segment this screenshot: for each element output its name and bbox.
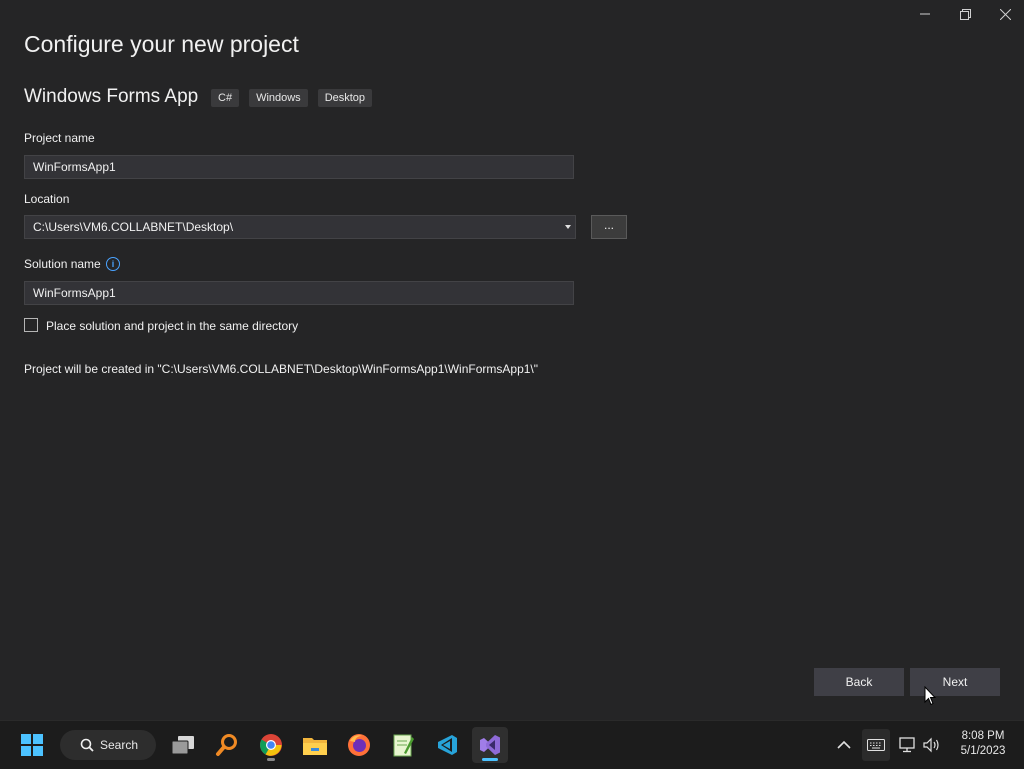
tag-platform: Windows [249,89,308,107]
page-title: Configure your new project [24,31,299,57]
volume-icon [923,737,939,753]
show-hidden-icons-button[interactable] [832,733,856,757]
template-name: Windows Forms App [24,86,199,107]
keyboard-icon [867,739,885,751]
tag-language: C# [211,89,240,107]
back-button[interactable]: Back [814,668,904,696]
touch-keyboard-button[interactable] [862,729,890,761]
visual-studio-icon [480,735,500,755]
minimize-icon [920,13,930,15]
clock[interactable]: 8:08 PM 5/1/2023 [950,729,1016,759]
minimize-button[interactable] [905,0,945,28]
notepad-plus-icon [393,734,414,757]
template-tags: C# Windows Desktop [211,89,373,107]
project-name-input[interactable] [24,155,574,179]
close-button[interactable] [985,0,1024,28]
solution-name-input[interactable] [24,281,574,305]
mouse-cursor-icon [924,686,936,706]
close-icon [999,8,1011,20]
task-view-button[interactable] [165,727,201,763]
taskbar-app-firefox[interactable] [341,727,377,763]
same-directory-checkbox[interactable] [24,318,38,332]
search-icon [80,738,94,752]
info-icon[interactable]: i [106,257,120,271]
volume-button[interactable] [920,733,944,757]
restore-icon [959,8,971,20]
clock-date: 5/1/2023 [960,745,1006,757]
taskbar-app-editor[interactable] [429,727,465,763]
chevron-up-icon [837,740,851,749]
browse-button[interactable]: ... [591,215,627,239]
start-button[interactable] [14,727,50,763]
location-label: Location [24,192,70,206]
taskbar-app-chrome[interactable] [253,727,289,763]
location-combobox[interactable]: C:\Users\VM6.COLLABNET\Desktop\ [24,215,576,239]
running-indicator [267,758,275,761]
taskbar-app-visual-studio[interactable] [472,727,508,763]
windows-start-icon [21,734,43,756]
project-path-summary: Project will be created in "C:\Users\VM6… [24,362,539,376]
project-name-label: Project name [24,131,95,145]
taskbar-app-magnifier[interactable] [209,727,245,763]
network-icon [899,737,915,753]
network-button[interactable] [896,733,920,757]
solution-name-label: Solution name [24,257,101,271]
active-indicator [482,758,498,761]
file-explorer-icon [303,738,327,755]
chrome-icon [260,734,282,756]
tag-project-type: Desktop [317,89,373,107]
clock-time: 8:08 PM [961,730,1005,742]
taskbar: Search 8:08 PM 5/1/2023 [0,720,1024,769]
search-label: Search [100,738,139,752]
same-directory-label: Place solution and project in the same d… [46,319,299,333]
chevron-down-icon[interactable] [565,225,571,229]
location-value: C:\Users\VM6.COLLABNET\Desktop\ [33,220,234,234]
restore-button[interactable] [945,0,985,28]
taskbar-app-file-explorer[interactable] [297,727,333,763]
taskbar-app-notepad-plus[interactable] [385,727,421,763]
vscode-like-icon [438,735,457,755]
magnifier-app-icon [216,734,237,756]
taskbar-search[interactable]: Search [60,730,156,760]
firefox-icon [348,734,370,756]
task-view-icon [171,736,194,755]
